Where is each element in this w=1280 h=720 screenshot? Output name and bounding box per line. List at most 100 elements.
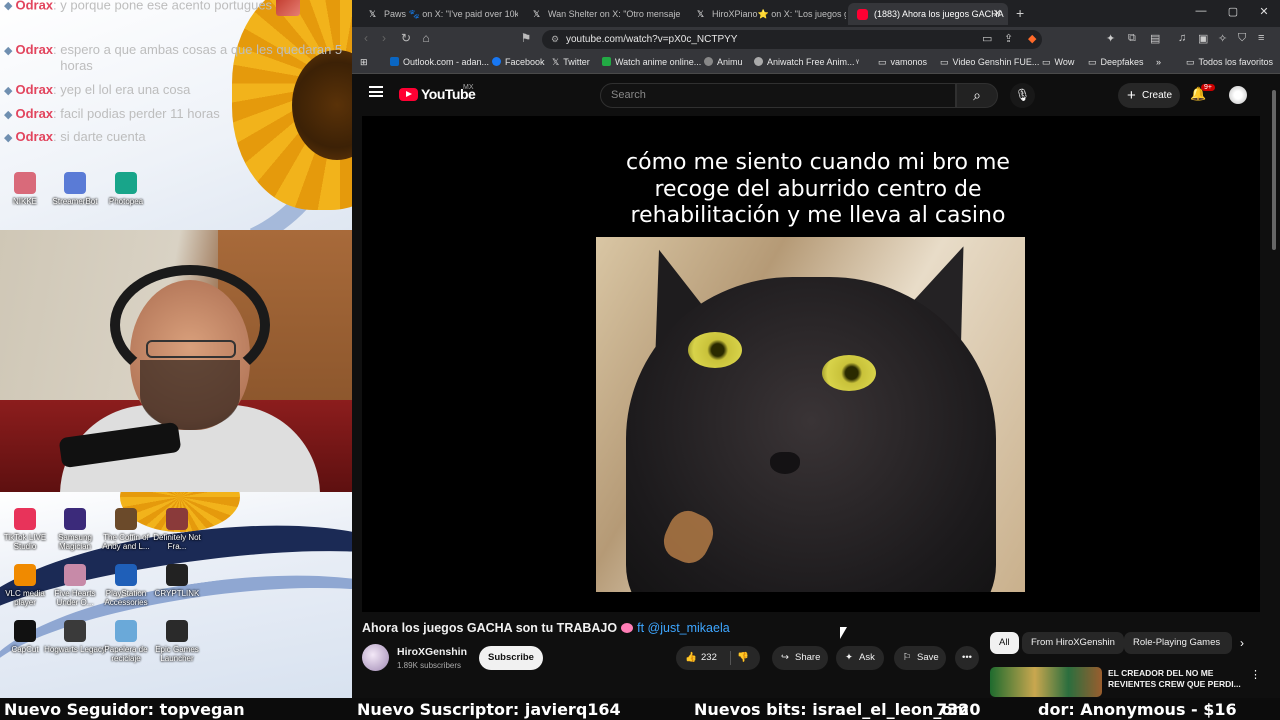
chat-message: ◆ Odrax: si darte cuenta: [4, 129, 146, 144]
all-bookmarks-folder[interactable]: ▭ Todos los favoritos: [1186, 57, 1273, 68]
chat-message: ◆ Odrax: y porque pone ese acento portugu…: [4, 0, 300, 16]
anime-icon: [602, 57, 611, 66]
thumbs-up-icon: 👍: [685, 652, 697, 663]
account-avatar[interactable]: [1229, 86, 1247, 104]
subscribe-button[interactable]: Subscribe: [479, 646, 543, 670]
more-bookmarks-button[interactable]: »: [1156, 57, 1161, 67]
channel-name[interactable]: HiroXGenshin: [397, 646, 467, 658]
video-title: Ahora los juegos GACHA son tu TRABAJO ft …: [362, 621, 730, 635]
page-scrollbar[interactable]: [1270, 88, 1278, 688]
leo-icon[interactable]: ✧: [1218, 32, 1227, 45]
maximize-button[interactable]: ▢: [1223, 5, 1243, 18]
stream-alert-ticker: Nuevo Seguidor: topvegan Nuevo Suscripto…: [0, 698, 1280, 720]
desktop-icon[interactable]: CRYPTLINK: [146, 564, 208, 598]
youtube-play-icon: [399, 88, 418, 101]
chip-from-channel[interactable]: From HiroXGenshin: [1022, 632, 1124, 654]
app-icon: [115, 172, 137, 194]
chat-username: Odrax: [15, 82, 54, 97]
desktop-icon[interactable]: Photopea: [95, 172, 157, 206]
vpn-icon[interactable]: ⛉: [1238, 32, 1246, 45]
desktop-icon-label: Epic Games Launcher: [155, 645, 199, 663]
more-actions-button[interactable]: •••: [955, 646, 979, 670]
save-button[interactable]: ⚐ Save: [894, 646, 946, 670]
subscriber-count: 1.89K subscribers: [397, 661, 462, 670]
search-icon: ⌕: [973, 87, 981, 103]
chat-diamond-icon: ◆: [4, 0, 13, 13]
bookmark-folder-genshin[interactable]: ▭ Video Genshin FUE...: [940, 57, 1039, 68]
chat-diamond-icon: ◆: [4, 45, 13, 57]
chevron-right-icon[interactable]: ›: [1240, 636, 1244, 650]
aniwatch-icon: [754, 57, 763, 66]
tab-paws[interactable]: 𝕏 Paws 🐾 on X: "I've paid over 10k: [358, 3, 518, 25]
tab-wan-shelter[interactable]: 𝕏 Wan Shelter on X: "Otro mensaje de: [522, 3, 682, 25]
media-icon[interactable]: ♫: [1178, 32, 1186, 44]
cat-nose: [770, 452, 800, 474]
bookmark-folder-deepfakes[interactable]: ▭ Deepfakes: [1088, 57, 1144, 68]
video-player[interactable]: cómo me siento cuando mi bro me recoge d…: [362, 116, 1260, 612]
share-page-icon[interactable]: ⇪: [1004, 32, 1013, 45]
browser-toolbar: ‹ › ↻ ⌂ ⚑ ⚙ youtube.com/watch?v=pX0c_NCTP…: [352, 27, 1280, 52]
app-icon: [14, 508, 36, 530]
apps-grid-icon[interactable]: ⊞: [360, 57, 368, 68]
search-button[interactable]: ⌕: [956, 83, 998, 108]
desktop-icon[interactable]: Definitely Not Fra...: [146, 508, 208, 551]
share-button[interactable]: ↪ Share: [772, 646, 828, 670]
x-icon: 𝕏: [696, 9, 705, 19]
bookmark-folder-wow[interactable]: ▭ Wow: [1042, 57, 1074, 68]
search-input[interactable]: Search: [600, 83, 956, 108]
chip-role-playing-games[interactable]: Role-Playing Games: [1124, 632, 1232, 654]
bookmark-watch-anime[interactable]: Watch anime online...: [602, 57, 701, 67]
address-bar[interactable]: ⚙ youtube.com/watch?v=pX0c_NCTPYY: [542, 30, 1042, 49]
install-icon[interactable]: ▭: [982, 32, 992, 45]
bookmark-save-icon: ⚐: [902, 652, 912, 663]
ticker-bits: Nuevos bits: israel_el_leon_om: [694, 700, 969, 719]
plus-icon: +: [1127, 87, 1136, 104]
bookmark-unnamed[interactable]: ᵞ: [856, 57, 859, 67]
bookmark-folder-vamonos[interactable]: ▭ vamonos: [878, 57, 927, 68]
chat-text: si darte cuenta: [60, 129, 146, 144]
close-tab-icon[interactable]: ✕: [993, 3, 1002, 25]
like-button[interactable]: 👍 232: [684, 646, 717, 670]
chip-all[interactable]: All: [990, 632, 1019, 654]
create-button[interactable]: + Create: [1118, 83, 1180, 108]
back-icon[interactable]: ‹: [358, 31, 374, 45]
close-window-button[interactable]: ✕: [1254, 5, 1274, 18]
recommendation-title[interactable]: EL CREADOR DEL NO ME REVIENTES CREW QUE …: [1108, 668, 1248, 690]
chat-emote-icon: [275, 0, 300, 16]
hamburger-menu-icon[interactable]: [369, 86, 383, 97]
minimize-button[interactable]: —: [1191, 5, 1211, 17]
channel-avatar[interactable]: [362, 644, 389, 671]
tab-youtube-active[interactable]: (1883) Ahora los juegos GACHA ✕: [848, 3, 1008, 25]
mention-link[interactable]: ft @just_mikaela: [637, 621, 730, 635]
desktop-icon-label: CRYPTLINK: [154, 589, 200, 598]
bookmark-outlook[interactable]: Outlook.com - adan...: [390, 57, 489, 67]
puzzle-icon[interactable]: ⧉: [1128, 32, 1136, 45]
home-icon[interactable]: ⌂: [418, 31, 434, 45]
forward-icon[interactable]: ›: [376, 31, 392, 45]
tab-hiroxpiano[interactable]: 𝕏 HiroXPiano⭐ on X: "Los juegos gac: [686, 3, 846, 25]
scrollbar-thumb[interactable]: [1272, 90, 1276, 250]
desktop-icon[interactable]: Epic Games Launcher: [146, 620, 208, 663]
wallet-icon[interactable]: ▣: [1198, 32, 1208, 45]
bookmark-aniwatch[interactable]: Aniwatch Free Anim...: [754, 57, 855, 67]
bookmark-icon[interactable]: ⚑: [518, 31, 534, 45]
new-tab-button[interactable]: +: [1016, 5, 1024, 21]
chat-diamond-icon: ◆: [4, 109, 13, 121]
brave-shield-icon[interactable]: ◆: [1028, 32, 1036, 45]
voice-search-button[interactable]: 🎙: [1010, 83, 1035, 108]
recommendation-more-icon[interactable]: ⋮: [1250, 668, 1261, 681]
dislike-button[interactable]: 👎: [736, 646, 753, 670]
site-info-icon[interactable]: ⚙: [551, 30, 559, 49]
extensions-icon[interactable]: ✦: [1106, 32, 1115, 45]
sidebar-icon[interactable]: ▤: [1150, 32, 1160, 45]
reload-icon[interactable]: ↻: [398, 31, 414, 45]
app-icon: [14, 564, 36, 586]
webcam-feed: [0, 230, 352, 492]
bookmark-animu[interactable]: Animu: [704, 57, 743, 67]
ask-button[interactable]: ✦ Ask: [836, 646, 884, 670]
bookmark-twitter[interactable]: 𝕏 Twitter: [552, 57, 590, 68]
bookmark-facebook[interactable]: Facebook: [492, 57, 545, 67]
menu-icon[interactable]: ≡: [1258, 32, 1264, 44]
recommendation-thumbnail[interactable]: [990, 667, 1102, 697]
ticker-subscriber: Nuevo Suscriptor: javierq164: [357, 700, 621, 719]
